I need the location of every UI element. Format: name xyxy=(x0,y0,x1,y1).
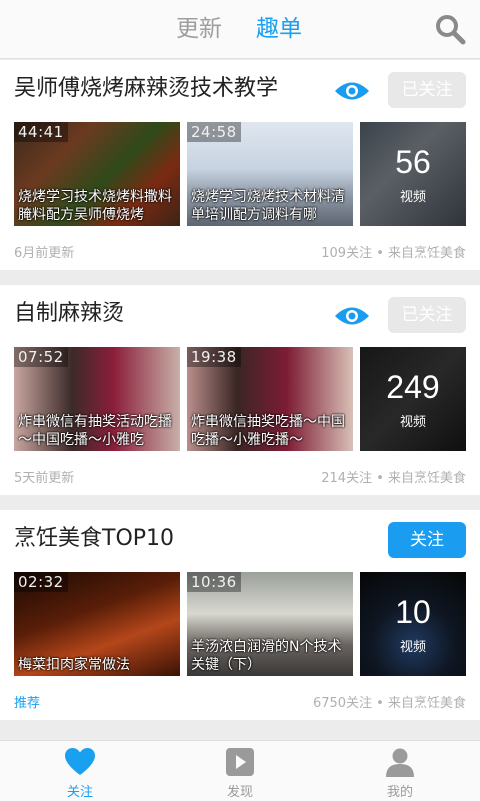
play-icon xyxy=(224,747,256,777)
playlist-title[interactable]: 自制麻辣烫 xyxy=(14,299,124,329)
follow-button[interactable]: 已关注 xyxy=(388,297,466,333)
recommend-tag[interactable]: 推荐 xyxy=(14,692,40,711)
playlist-stats: 6750关注 • 来自烹饪美食 xyxy=(312,696,466,711)
video-count-number: 249 xyxy=(386,369,440,405)
tab-updates[interactable]: 更新 xyxy=(176,13,222,45)
video-thumbnail[interactable]: 02:32 梅菜扣肉家常做法 xyxy=(14,572,180,676)
video-thumbnail[interactable]: 24:58 烧烤学习烧烤技术材料清单培训配方调料有哪 xyxy=(187,122,353,226)
video-caption: 炸串微信抽奖吃播～中国吃播～小雅吃播～ xyxy=(191,414,345,448)
nav-mine-label: 我的 xyxy=(386,785,413,800)
nav-mine[interactable]: 我的 xyxy=(360,741,440,801)
playlist-title[interactable]: 烹饪美食TOP10 xyxy=(14,524,174,554)
video-count-label: 视频 xyxy=(399,190,426,205)
follow-button[interactable]: 关注 xyxy=(388,522,466,558)
video-thumbnail[interactable]: 44:41 烧烤学习技术烧烤料撒料腌料配方吴师傅烧烤 xyxy=(14,122,180,226)
user-icon xyxy=(384,747,416,777)
playlist-video-count[interactable]: 10 视频 xyxy=(360,572,466,676)
video-caption: 羊汤浓白润滑的N个技术关键（下） xyxy=(191,639,342,673)
bottom-nav: 关注 发现 我的 xyxy=(0,740,480,801)
eye-icon[interactable] xyxy=(334,80,370,102)
playlist-card[interactable]: 烹饪美食TOP10 关注 02:32 梅菜扣肉家常做法 10:36 羊汤浓白润滑… xyxy=(0,510,480,720)
playlist-card[interactable]: 自制麻辣烫 已关注 07:52 炸串微信有抽奖活动吃播～中国吃播～小雅吃 19:… xyxy=(0,285,480,495)
playlist-video-count[interactable]: 249 视频 xyxy=(360,347,466,451)
update-time: 6月前更新 xyxy=(14,246,75,261)
video-duration: 02:32 xyxy=(14,572,68,592)
video-duration: 24:58 xyxy=(187,122,241,142)
playlist-card[interactable]: 吴师傅烧烤麻辣烫技术教学 已关注 44:41 烧烤学习技术烧烤料撒料腌料配方吴师… xyxy=(0,60,480,270)
video-caption: 炸串微信有抽奖活动吃播～中国吃播～小雅吃 xyxy=(18,414,172,448)
heart-icon xyxy=(64,747,96,777)
video-thumbnail[interactable]: 07:52 炸串微信有抽奖活动吃播～中国吃播～小雅吃 xyxy=(14,347,180,451)
video-count-label: 视频 xyxy=(399,415,426,430)
nav-follow[interactable]: 关注 xyxy=(40,741,120,801)
follow-button[interactable]: 已关注 xyxy=(388,72,466,108)
video-caption: 烧烤学习技术烧烤料撒料腌料配方吴师傅烧烤 xyxy=(18,189,172,223)
eye-icon[interactable] xyxy=(334,305,370,327)
video-caption: 烧烤学习烧烤技术材料清单培训配方调料有哪 xyxy=(191,189,345,223)
video-duration: 10:36 xyxy=(187,572,241,592)
nav-discover-label: 发现 xyxy=(226,785,253,800)
video-count-number: 10 xyxy=(395,594,431,630)
video-duration: 19:38 xyxy=(187,347,241,367)
video-thumbnail[interactable]: 10:36 羊汤浓白润滑的N个技术关键（下） xyxy=(187,572,353,676)
video-count-number: 56 xyxy=(395,144,431,180)
video-duration: 44:41 xyxy=(14,122,68,142)
playlist-video-count[interactable]: 56 视频 xyxy=(360,122,466,226)
video-caption: 梅菜扣肉家常做法 xyxy=(18,657,130,673)
tab-lists[interactable]: 趣单 xyxy=(256,13,302,45)
playlist-title[interactable]: 吴师傅烧烤麻辣烫技术教学 xyxy=(14,74,278,104)
video-duration: 07:52 xyxy=(14,347,68,367)
nav-follow-label: 关注 xyxy=(66,785,93,800)
video-count-label: 视频 xyxy=(399,640,426,655)
top-bar: 更新 趣单 xyxy=(0,0,480,59)
video-thumbnail[interactable]: 19:38 炸串微信抽奖吃播～中国吃播～小雅吃播～ xyxy=(187,347,353,451)
playlist-stats: 109关注 • 来自烹饪美食 xyxy=(321,246,466,261)
search-icon[interactable] xyxy=(434,13,466,45)
nav-discover[interactable]: 发现 xyxy=(200,741,280,801)
playlist-stats: 214关注 • 来自烹饪美食 xyxy=(321,471,466,486)
update-time: 5天前更新 xyxy=(14,471,75,486)
